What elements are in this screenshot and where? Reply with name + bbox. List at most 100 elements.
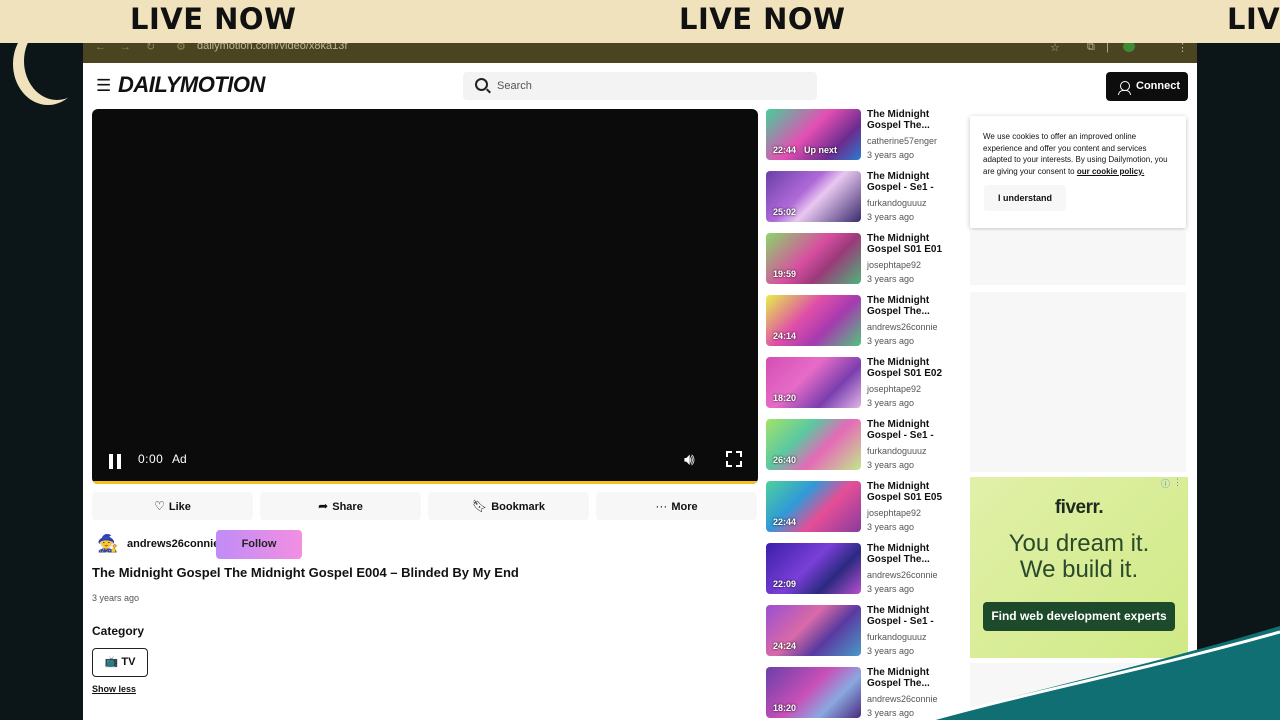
search-bar[interactable] xyxy=(463,72,817,100)
fiverr-ad[interactable]: ⓘ ⋮ fiverr. You dream it. We build it. F… xyxy=(970,477,1188,658)
connect-button[interactable]: Connect xyxy=(1106,72,1188,101)
search-input[interactable] xyxy=(497,72,797,100)
related-title[interactable]: The Midnight Gospel - Se1 - Ep0... xyxy=(867,605,963,627)
related-channel[interactable]: josephtape92 xyxy=(867,260,921,270)
related-title[interactable]: The Midnight Gospel The... xyxy=(867,109,963,131)
related-title[interactable]: The Midnight Gospel S01 E02 xyxy=(867,357,963,379)
bookmark-button[interactable]: 🔖︎ Bookmark xyxy=(428,492,589,520)
search-icon xyxy=(475,78,488,91)
related-title[interactable]: The Midnight Gospel The... xyxy=(867,295,963,317)
related-video[interactable]: 26:40 The Midnight Gospel - Se1 - Ep0...… xyxy=(766,419,966,479)
video-thumbnail[interactable]: 18:20 xyxy=(766,667,861,718)
video-thumbnail[interactable]: 25:02 xyxy=(766,171,861,222)
video-thumbnail[interactable]: 22:44 xyxy=(766,481,861,532)
category-tv-button[interactable]: 📺 TV xyxy=(92,648,148,677)
related-video[interactable]: 22:44 Up next The Midnight Gospel The...… xyxy=(766,109,966,169)
related-channel[interactable]: andrews26connie xyxy=(867,570,938,580)
video-thumbnail[interactable]: 24:14 xyxy=(766,295,861,346)
related-title[interactable]: The Midnight Gospel - Se1 - Ep0... xyxy=(867,171,963,193)
related-channel[interactable]: furkandoguuuz xyxy=(867,446,927,456)
extensions-icon[interactable]: ⧉ xyxy=(1087,43,1095,54)
ad-placeholder xyxy=(970,292,1186,472)
related-video[interactable]: 22:44 The Midnight Gospel S01 E05 joseph… xyxy=(766,481,966,541)
related-channel[interactable]: josephtape92 xyxy=(867,508,921,518)
follow-button[interactable]: Follow xyxy=(216,530,302,559)
cookie-policy-link[interactable]: our cookie policy. xyxy=(1077,167,1144,176)
ad-menu-icon[interactable]: ⋮ xyxy=(1173,477,1182,488)
live-now-banner: LIVE NOW LIVE NOW LIVE NOW xyxy=(0,0,1280,43)
live-now-text: LIVE NOW xyxy=(130,2,297,36)
video-thumbnail[interactable]: 22:44 Up next xyxy=(766,109,861,160)
video-thumbnail[interactable]: 24:24 xyxy=(766,605,861,656)
profile-avatar[interactable] xyxy=(1123,43,1135,52)
video-age: 3 years ago xyxy=(92,593,140,603)
like-button[interactable]: ♡ Like xyxy=(92,492,253,520)
share-label: Share xyxy=(332,501,363,513)
related-channel[interactable]: furkandoguuuz xyxy=(867,198,927,208)
related-channel[interactable]: catherine57enger xyxy=(867,136,937,146)
dailymotion-logo[interactable]: DAILYMOTION xyxy=(118,72,265,98)
pause-icon[interactable] xyxy=(108,454,123,469)
related-title[interactable]: The Midnight Gospel S01 E01 xyxy=(867,233,963,255)
related-title[interactable]: The Midnight Gospel The... xyxy=(867,667,963,689)
related-age: 3 years ago xyxy=(867,460,915,470)
related-channel[interactable]: andrews26connie xyxy=(867,322,938,332)
related-video[interactable]: 18:20 The Midnight Gospel S01 E02 joseph… xyxy=(766,357,966,417)
show-less-link[interactable]: Show less xyxy=(92,684,136,694)
browser-menu-icon[interactable]: ⋮ xyxy=(1177,43,1188,54)
reload-icon[interactable]: ↻ xyxy=(146,43,155,53)
video-title: The Midnight Gospel The Midnight Gospel … xyxy=(92,565,519,580)
related-title[interactable]: The Midnight Gospel - Se1 - Ep0... xyxy=(867,419,963,441)
related-video[interactable]: 22:09 The Midnight Gospel The... andrews… xyxy=(766,543,966,603)
related-channel[interactable]: furkandoguuuz xyxy=(867,632,927,642)
related-age: 3 years ago xyxy=(867,646,915,656)
duration-badge: 22:44 xyxy=(773,517,797,527)
progress-bar[interactable] xyxy=(92,481,758,484)
more-label: More xyxy=(671,501,698,513)
volume-icon[interactable]: 🔊︎ xyxy=(684,451,695,468)
user-icon xyxy=(1118,81,1131,95)
bookmark-label: Bookmark xyxy=(491,501,546,513)
related-title[interactable]: The Midnight Gospel The... xyxy=(867,543,963,565)
bookmark-star-icon[interactable]: ☆ xyxy=(1050,43,1060,54)
ad-placeholder xyxy=(970,231,1186,285)
related-age: 3 years ago xyxy=(867,708,915,718)
ad-cta-button[interactable]: Find web development experts xyxy=(983,602,1175,631)
separator-icon: | xyxy=(1106,43,1109,53)
browser-toolbar: ← → ↻ ⚙ dailymotion.com/video/x8ka13f ☆ … xyxy=(83,43,1197,63)
address-bar[interactable]: dailymotion.com/video/x8ka13f xyxy=(197,43,347,52)
back-arrow-icon[interactable]: ← xyxy=(95,43,106,53)
live-now-text: LIVE NOW xyxy=(1227,2,1280,36)
bookmark-icon: 🔖︎ xyxy=(471,499,488,513)
channel-avatar[interactable]: 🧙 xyxy=(97,532,118,556)
category-heading: Category xyxy=(92,624,145,638)
related-video[interactable]: 18:20 The Midnight Gospel The... andrews… xyxy=(766,667,966,720)
video-player[interactable]: 0:00 Ad 🔊︎ xyxy=(92,109,758,484)
related-video[interactable]: 24:24 The Midnight Gospel - Se1 - Ep0...… xyxy=(766,605,966,665)
video-thumbnail[interactable]: 19:59 xyxy=(766,233,861,284)
video-thumbnail[interactable]: 18:20 xyxy=(766,357,861,408)
related-channel[interactable]: andrews26connie xyxy=(867,694,938,704)
fullscreen-icon[interactable] xyxy=(726,451,742,467)
ad-info-icon[interactable]: ⓘ xyxy=(1161,477,1170,490)
video-thumbnail[interactable]: 22:09 xyxy=(766,543,861,594)
cookie-accept-button[interactable]: I understand xyxy=(984,185,1066,211)
live-now-text: LIVE NOW xyxy=(679,2,846,36)
related-video[interactable]: 24:14 The Midnight Gospel The... andrews… xyxy=(766,295,966,355)
hamburger-menu-icon[interactable]: ☰ xyxy=(96,77,111,94)
video-thumbnail[interactable]: 26:40 xyxy=(766,419,861,470)
share-button[interactable]: ➦ Share xyxy=(260,492,421,520)
site-settings-icon[interactable]: ⚙ xyxy=(176,43,186,53)
duration-badge: 25:02 xyxy=(773,207,797,217)
related-channel[interactable]: josephtape92 xyxy=(867,384,921,394)
more-button[interactable]: ··· More xyxy=(596,492,757,520)
forward-arrow-icon[interactable]: → xyxy=(120,43,131,53)
connect-label: Connect xyxy=(1136,80,1180,92)
related-video[interactable]: 19:59 The Midnight Gospel S01 E01 joseph… xyxy=(766,233,966,293)
related-title[interactable]: The Midnight Gospel S01 E05 xyxy=(867,481,963,503)
browser-window: ← → ↻ ⚙ dailymotion.com/video/x8ka13f ☆ … xyxy=(83,43,1197,720)
tv-icon: 📺 xyxy=(104,656,119,668)
channel-name[interactable]: andrews26connie xyxy=(127,538,219,550)
related-video[interactable]: 25:02 The Midnight Gospel - Se1 - Ep0...… xyxy=(766,171,966,231)
cookie-text: We use cookies to offer an improved onli… xyxy=(983,131,1175,177)
